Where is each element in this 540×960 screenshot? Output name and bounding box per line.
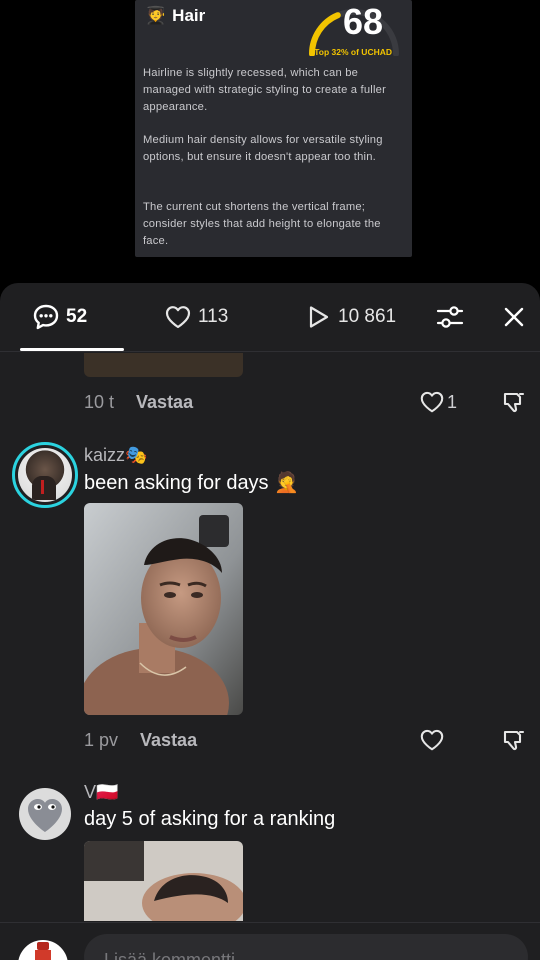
comments-count: 52 (66, 306, 88, 327)
plays-stat[interactable]: 10 861 (306, 303, 396, 331)
hair-card-title: 🧑‍🎓 Hair (145, 6, 205, 26)
comment-photo[interactable] (84, 503, 243, 715)
comment-like-button[interactable] (419, 727, 445, 753)
avatar-v[interactable] (19, 788, 71, 840)
thumbs-down-icon (503, 730, 525, 751)
filter-button[interactable] (434, 301, 466, 333)
hair-paragraph-1: Hairline is slightly recessed, which can… (143, 67, 386, 113)
heart-icon (420, 729, 444, 751)
comment-icon (33, 304, 59, 330)
comment-input-placeholder: Lisää kommentti... (104, 950, 251, 960)
bottle-avatar-icon (35, 942, 51, 960)
hair-score: 68 (342, 1, 384, 42)
comment-dislike-button[interactable] (501, 727, 527, 758)
student-icon: 🧑‍🎓 (145, 6, 167, 25)
comment-like-button[interactable]: 1 (419, 389, 457, 415)
reply-button[interactable]: Vastaa (140, 730, 197, 751)
hair-paragraph-2: Medium hair density allows for versatile… (143, 134, 383, 163)
hair-paragraph-3: The current cut shortens the vertical fr… (143, 201, 381, 247)
avatar-kaizz[interactable] (12, 442, 78, 508)
reply-button[interactable]: Vastaa (136, 392, 193, 413)
comment-username[interactable]: V🇵🇱 (84, 782, 118, 803)
comment-text: been asking for days 🤦 (84, 472, 300, 494)
my-avatar[interactable] (18, 940, 68, 960)
comment-meta-row: 1 pv Vastaa (84, 727, 197, 753)
close-button[interactable] (498, 301, 530, 333)
comment-image-partial[interactable] (84, 353, 243, 377)
photo-image (84, 841, 243, 921)
play-icon (309, 306, 329, 328)
stats-bar: 52 113 10 861 (0, 283, 540, 352)
video-player[interactable]: 🧑‍🎓 Hair 68 Top 32% of UCHAD Hairline is… (0, 0, 540, 290)
comment-like-count: 1 (447, 391, 458, 412)
cdg-heart-avatar-icon (28, 799, 62, 832)
filter-icon (436, 306, 464, 328)
hair-card-label: Hair (172, 6, 206, 25)
comment-photo[interactable] (84, 841, 243, 921)
comment-time: 1 pv (84, 729, 119, 750)
comment-time: 10 t (84, 391, 115, 412)
hair-rating-card: 🧑‍🎓 Hair 68 Top 32% of UCHAD Hairline is… (135, 0, 412, 257)
comment-username[interactable]: kaizz🎭 (84, 445, 147, 466)
plays-count: 10 861 (338, 306, 397, 327)
hair-rank-text: Top 32% of UCHAD (314, 47, 392, 57)
selfie-image (84, 503, 243, 715)
comments-sheet: 52 113 10 861 10 t Vastaa 1 kaizz🎭 been … (0, 283, 540, 960)
heart-icon (420, 391, 444, 413)
likes-count: 113 (198, 306, 229, 327)
heart-icon (165, 306, 191, 329)
comment-text: day 5 of asking for a ranking (84, 808, 336, 830)
active-tab-indicator (20, 348, 124, 351)
close-icon (504, 307, 524, 327)
comment-meta-row: 10 t Vastaa (84, 389, 193, 415)
comments-tab[interactable]: 52 (32, 303, 87, 331)
likes-stat[interactable]: 113 (164, 303, 228, 331)
thumbs-down-icon (503, 392, 525, 413)
comment-dislike-button[interactable] (501, 389, 527, 420)
